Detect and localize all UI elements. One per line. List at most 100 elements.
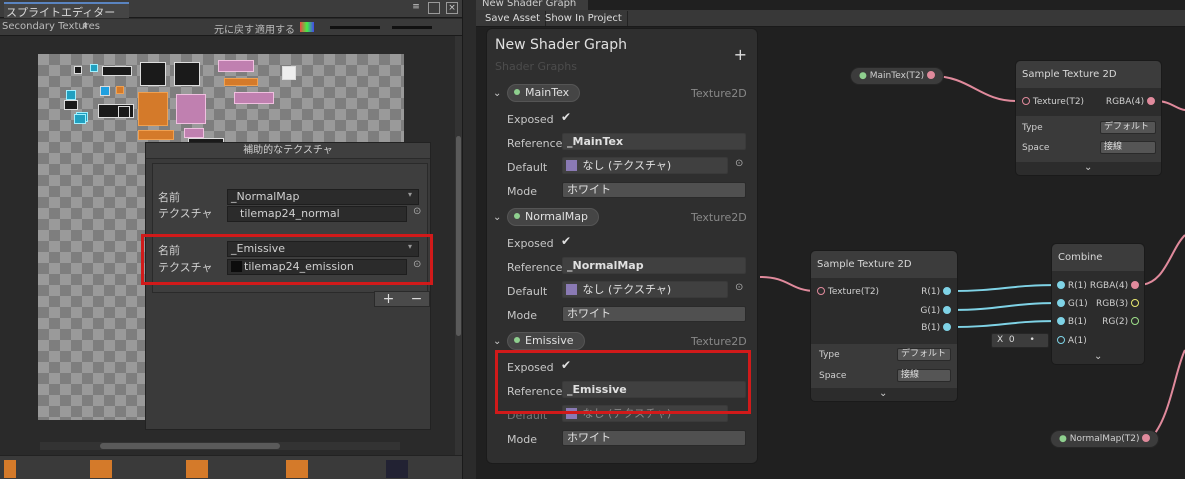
exposed-checkbox[interactable]: ✔ [561,111,573,123]
object-picker-icon[interactable]: ⊙ [735,158,743,169]
input-port-b[interactable]: B(1) [1057,317,1087,327]
sprite-rect[interactable] [74,114,86,124]
input-port-a[interactable]: A(1) [1057,336,1087,346]
texture-field[interactable]: tilemap24_normal [227,206,407,222]
port-label: RG(2) [1102,317,1129,327]
property-pill-normalmap[interactable]: NormalMap [507,208,600,226]
horizontal-scrollbar[interactable] [40,442,400,450]
mip-slider[interactable] [392,26,432,29]
sprite-rect[interactable] [100,86,110,96]
default-texture-field[interactable]: なし (テクスチャ) [562,281,728,298]
port-icon [1131,317,1139,325]
close-icon[interactable]: × [446,2,458,14]
property-type: Texture2D [691,335,747,348]
space-dropdown[interactable]: 接線 [897,369,951,382]
input-port[interactable]: Texture(T2) [817,287,879,297]
property-pill-emissive[interactable]: Emissive [507,332,585,350]
color-channel-icon[interactable] [300,22,314,32]
show-in-project-button[interactable]: Show In Project [540,11,628,26]
sprite-thumb[interactable] [4,460,16,478]
port-label: A(1) [1067,336,1087,346]
sprite-rect[interactable] [116,86,124,94]
property-node-normalmap[interactable]: ● NormalMap(T2) [1050,430,1160,448]
window-divider[interactable] [462,0,476,479]
sprite-rect[interactable] [176,94,206,124]
collapse-chevron-icon[interactable]: ⌄ [493,336,501,347]
sprite-rect[interactable] [138,92,168,126]
sprite-rect[interactable] [184,128,204,138]
sprite-rect[interactable] [138,130,174,140]
type-dropdown[interactable]: デフォルト [897,348,951,361]
collapse-chevron-icon[interactable]: ⌄ [493,212,501,223]
sprite-rect[interactable] [64,100,78,110]
output-port-b[interactable]: B(1) [921,323,951,333]
chevron-down-icon[interactable]: ▾ [408,190,412,199]
maximize-icon[interactable] [428,2,440,14]
output-port-rg[interactable]: RG(2) [1102,317,1139,327]
sprite-rect[interactable] [140,62,166,86]
alpha-default-field[interactable]: X 0 • [991,333,1049,348]
add-texture-button[interactable]: + [375,292,402,306]
shader-graph-tab[interactable]: New Shader Graph [476,0,588,10]
collapse-chevron-icon[interactable]: ⌄ [1094,351,1102,362]
mode-dropdown[interactable]: ホワイト [562,306,746,322]
zoom-slider[interactable] [330,26,380,29]
space-label: Space [1022,143,1050,153]
exposed-checkbox[interactable]: ✔ [561,235,573,247]
input-port-r[interactable]: R(1) [1057,281,1087,291]
output-port-r[interactable]: R(1) [921,287,951,297]
sprite-thumb[interactable] [186,460,208,478]
sprite-rect[interactable] [118,106,130,118]
reference-field[interactable]: _NormalMap [562,257,746,274]
sprite-rect[interactable] [174,62,200,86]
remove-texture-button[interactable]: − [403,292,430,306]
output-port-icon[interactable] [1142,434,1151,442]
mode-dropdown[interactable]: ホワイト [562,430,746,446]
output-port-rgba[interactable]: RGBA(4) [1090,281,1139,291]
apply-button[interactable]: 適用する [255,21,295,36]
sprite-rect[interactable] [218,60,254,72]
sprite-rect[interactable] [66,90,76,100]
menu-icon[interactable]: ≡ [410,2,422,14]
sprite-rect[interactable] [234,92,274,104]
sprite-rect[interactable] [102,66,132,76]
space-dropdown[interactable]: 接線 [1100,141,1156,154]
object-picker-icon[interactable]: ⊙ [735,282,743,293]
name-field[interactable]: _NormalMap [227,189,419,205]
default-texture-field[interactable]: なし (テクスチャ) [562,157,728,174]
save-asset-button[interactable]: Save Asset [480,11,547,26]
sample-texture-node-top[interactable]: Sample Texture 2D Texture(T2) RGBA(4) Ty… [1015,60,1162,176]
collapse-chevron-icon[interactable]: ⌄ [493,88,501,99]
mode-label: Mode [507,185,537,198]
sample-texture-node-mid[interactable]: Sample Texture 2D Texture(T2) R(1) G(1) … [810,250,958,402]
port-label: RGB(3) [1095,299,1129,309]
input-port[interactable]: Texture(T2) [1022,97,1084,107]
output-port-g[interactable]: G(1) [920,306,951,316]
reference-field[interactable]: _MainTex [562,133,746,150]
object-picker-icon[interactable]: ⊙ [413,206,421,217]
property-pill-maintex[interactable]: MainTex [507,84,581,102]
vertical-scrollbar[interactable] [455,36,462,456]
output-port-rgb[interactable]: RGB(3) [1096,299,1139,309]
input-port-g[interactable]: G(1) [1057,299,1088,309]
property-node-maintex[interactable]: ● MainTex(T2) [850,67,945,85]
sprite-thumb[interactable] [286,460,308,478]
mode-dropdown[interactable]: ホワイト [562,182,746,198]
sprite-rect[interactable] [90,64,98,72]
window-tab-title[interactable]: スプライトエディター [4,2,130,19]
output-port[interactable]: RGBA(4) [1106,97,1155,107]
port-icon [1147,97,1155,105]
output-port-icon[interactable] [927,71,936,79]
type-dropdown[interactable]: デフォルト [1100,121,1156,134]
sprite-rect[interactable] [224,78,258,86]
sprite-rect[interactable] [282,66,296,80]
status-dot-icon [514,337,520,343]
revert-button[interactable]: 元に戻す [214,21,254,36]
combine-node[interactable]: Combine R(1) G(1) B(1) A(1) RGBA(4) RGB(… [1051,243,1145,365]
add-property-button[interactable]: + [734,45,747,64]
sprite-thumb[interactable] [90,460,112,478]
collapse-chevron-icon[interactable]: ⌄ [1084,162,1092,173]
collapse-chevron-icon[interactable]: ⌄ [879,388,887,399]
sprite-thumb[interactable] [386,460,408,478]
sprite-rect[interactable] [74,66,82,74]
